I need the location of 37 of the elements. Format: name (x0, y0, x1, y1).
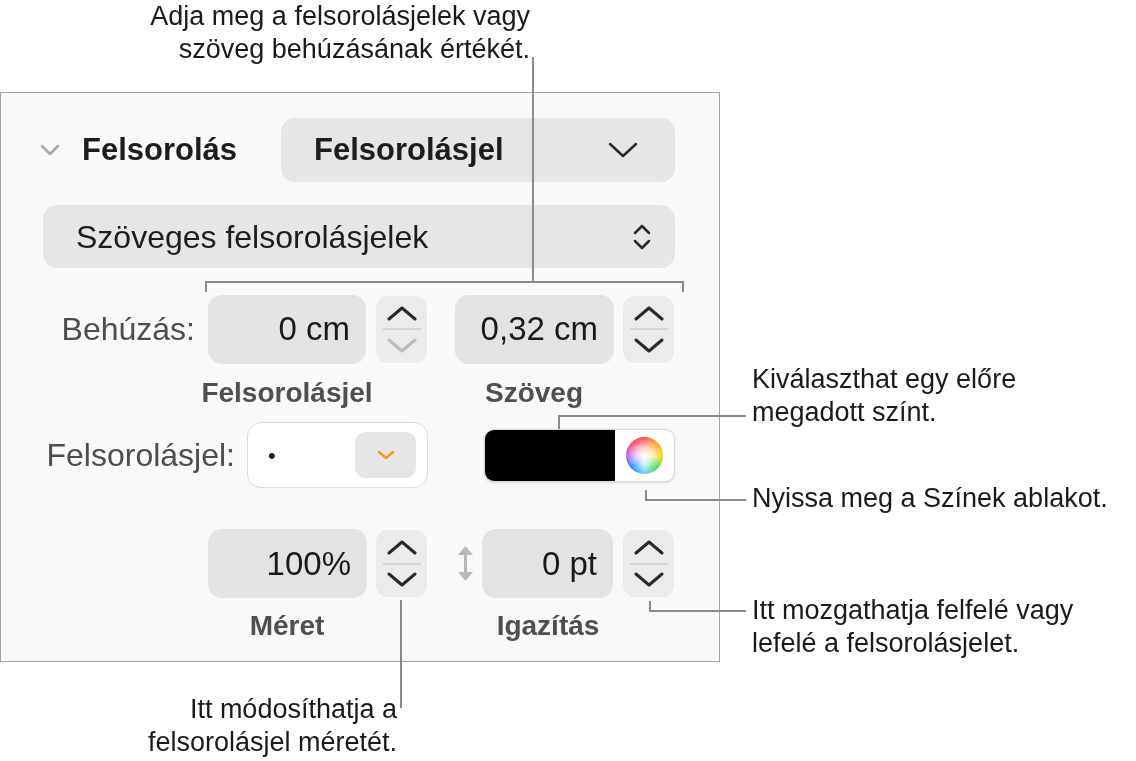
bullet-select[interactable]: • (247, 422, 428, 488)
vertical-arrows-icon (457, 546, 474, 581)
number-field[interactable]: 100% (208, 529, 367, 598)
chevron-down-icon (376, 450, 395, 460)
number-field[interactable]: 0,32 cm (455, 294, 614, 364)
field-label: Felsorolásjel: (46, 436, 235, 475)
chevron-down-icon (608, 142, 638, 158)
field-label: Behúzás: (61, 310, 195, 349)
section-title: Felsorolás (82, 130, 238, 169)
chevron-down-icon[interactable] (633, 337, 664, 354)
chevron-up-icon[interactable] (386, 304, 417, 321)
number-field[interactable]: 0 cm (208, 294, 366, 364)
popup-button[interactable]: Felsorolásjel (281, 118, 675, 182)
callout-text: Adja meg a felsorolásjelek vagy szöveg behúzásának értékét. (149, 0, 530, 66)
color-well[interactable] (484, 428, 675, 482)
stepper[interactable] (376, 530, 427, 597)
chevron-down-icon[interactable] (386, 572, 417, 588)
stepper[interactable] (623, 530, 674, 597)
chevron-up-icon[interactable] (633, 304, 664, 321)
chevron-down-icon[interactable] (633, 572, 664, 588)
stepper[interactable] (376, 295, 427, 363)
chevron-up-icon[interactable] (386, 539, 417, 555)
color-swatch[interactable] (485, 429, 615, 481)
up-down-chevron-icon (632, 222, 652, 251)
popup-button[interactable]: Szöveges felsorolásjelek (43, 205, 675, 268)
callout-text: Itt módosíthatja a felsorolásjel méretét. (146, 693, 397, 759)
stepper[interactable] (623, 295, 674, 363)
callout-text: Nyissa meg a Színek ablakot. (752, 482, 1108, 515)
callout-text: Itt mozgathatja felfelé vagy lefelé a felsorolásjelet. (752, 594, 1074, 660)
caption-label: Igazítás (495, 611, 601, 641)
caption-label: Méret (248, 611, 326, 641)
color-wheel-icon[interactable] (626, 436, 663, 474)
number-field[interactable]: 0 pt (482, 529, 613, 598)
caption-label: Szöveg (484, 378, 584, 408)
callout-text: Kiválaszthat egy előre megadott színt. (752, 363, 1017, 429)
chevron-up-icon[interactable] (633, 539, 664, 555)
caption-label: Felsorolásjel (200, 378, 374, 408)
